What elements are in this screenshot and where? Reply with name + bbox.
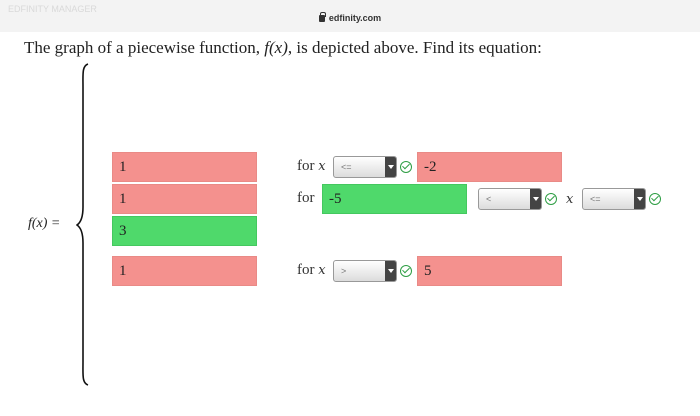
row-1-bound[interactable]: -2: [417, 152, 562, 182]
row-2-for-label: for: [297, 190, 315, 206]
address-bar[interactable]: edfinity.com: [0, 12, 700, 23]
piece-4-value[interactable]: 1: [112, 256, 257, 286]
piece-1-value[interactable]: 1: [112, 152, 257, 182]
chevron-down-icon: [530, 189, 541, 209]
row-4-bound[interactable]: 5: [417, 256, 562, 286]
row-2-operator-1-select[interactable]: <: [478, 188, 542, 210]
chevron-down-icon: [634, 189, 645, 209]
row-2-operator-2-select[interactable]: <=: [582, 188, 646, 210]
row-1-operator-select[interactable]: <=: [333, 156, 397, 178]
lock-icon: [318, 12, 326, 22]
question-text: The graph of a piecewise function, f(x),…: [24, 38, 542, 57]
check-icon: [400, 265, 412, 277]
fx-label: f(x) =: [28, 216, 61, 231]
chevron-down-icon: [385, 261, 396, 281]
check-icon: [400, 161, 412, 173]
row-1-for-label: for x: [297, 158, 326, 174]
check-icon: [545, 193, 557, 205]
piece-2-value[interactable]: 1: [112, 184, 257, 214]
row-2-lower-bound[interactable]: -5: [322, 184, 467, 214]
chevron-down-icon: [385, 157, 396, 177]
check-icon: [649, 193, 661, 205]
left-brace: [76, 63, 89, 386]
row-2-x-label: x: [566, 192, 574, 207]
piece-3-value[interactable]: 3: [112, 216, 257, 246]
row-4-operator-select[interactable]: >: [333, 260, 397, 282]
row-4-for-label: for x: [297, 262, 326, 278]
function-name: f(x): [264, 38, 288, 57]
url-text: edfinity.com: [328, 13, 382, 23]
browser-top-bar: EDFINITY MANAGER edfinity.com: [0, 0, 700, 32]
